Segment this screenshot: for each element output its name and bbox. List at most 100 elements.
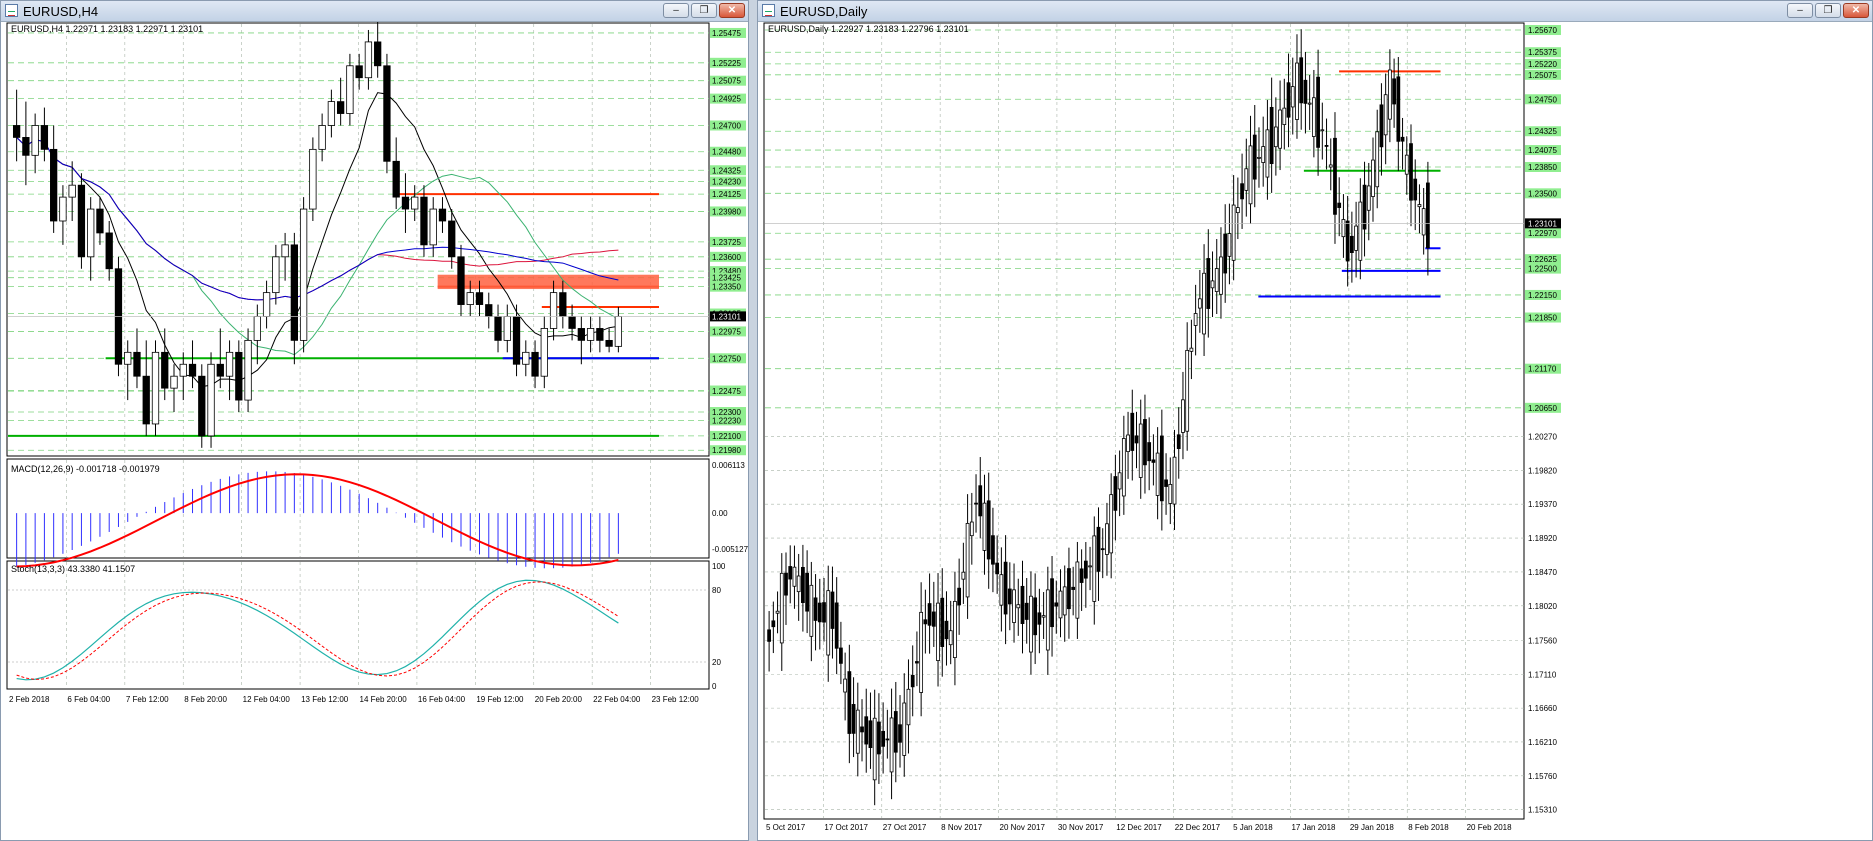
price-label: 1.25075: [712, 77, 741, 86]
candle: [1075, 561, 1080, 619]
daily-chart[interactable]: 1.25670 1.25375 1.25220 1.25075 1.24750 1.243…: [758, 22, 1872, 840]
stoch-scale-label: 20: [712, 658, 721, 667]
price-label: 1.17110: [1528, 670, 1557, 679]
candle: [503, 316, 511, 341]
candle: [1231, 204, 1236, 261]
candle: [851, 704, 856, 734]
candle: [1307, 102, 1312, 105]
candle: [133, 351, 141, 377]
candle: [1324, 145, 1329, 147]
h4-chart-window[interactable]: EURUSD,H4 – ❐ ✕ 0.006113 0.00 -0.005127 10…: [0, 0, 749, 841]
candle: [1067, 568, 1071, 610]
candle: [235, 351, 243, 401]
candle: [605, 339, 613, 347]
candle: [1092, 535, 1097, 602]
candle: [1041, 615, 1046, 618]
candle: [872, 717, 877, 781]
candle: [931, 611, 936, 627]
candle: [1197, 298, 1202, 309]
restore-icon[interactable]: ❐: [1815, 3, 1841, 18]
candle: [1185, 349, 1190, 432]
candle: [170, 375, 178, 389]
price-label: 1.25075: [1528, 71, 1557, 80]
price-label: 1.15760: [1528, 772, 1557, 781]
price-label: 1.22625: [1528, 255, 1557, 264]
candle: [96, 208, 104, 234]
candle: [124, 351, 132, 365]
candle: [512, 316, 521, 365]
candle: [1392, 78, 1396, 105]
candle: [1105, 523, 1109, 555]
candle: [1252, 134, 1257, 180]
candle: [1379, 104, 1384, 148]
candle: [1366, 185, 1371, 211]
price-label: 1.23725: [712, 238, 741, 247]
candle: [1396, 76, 1401, 142]
candle: [188, 363, 197, 377]
candle: [142, 375, 150, 425]
candle: [830, 591, 835, 629]
candle: [881, 730, 886, 747]
current-price-label: 1.23101: [1528, 219, 1557, 228]
price-label: 1.23600: [712, 253, 741, 262]
candle: [1244, 168, 1249, 191]
candle: [779, 572, 784, 644]
candle: [374, 41, 382, 67]
price-label: 1.21980: [712, 446, 741, 455]
candle: [1206, 258, 1211, 309]
price-label: 1.22970: [1528, 229, 1557, 238]
price-label: 1.22500: [1528, 265, 1557, 274]
close-icon[interactable]: ✕: [719, 3, 745, 18]
minimize-icon[interactable]: –: [663, 3, 689, 18]
window-titlebar[interactable]: EURUSD,Daily – ❐ ✕: [758, 1, 1872, 22]
time-label: 12 Feb 04:00: [243, 695, 291, 704]
window-titlebar[interactable]: EURUSD,H4 – ❐ ✕: [1, 1, 748, 22]
macd-scale-label: -0.005127: [712, 545, 748, 554]
restore-icon[interactable]: ❐: [691, 3, 717, 18]
close-icon[interactable]: ✕: [1843, 3, 1869, 18]
candle: [1126, 434, 1130, 453]
candle: [1062, 586, 1067, 616]
candle: [1210, 280, 1215, 289]
candle: [1016, 604, 1021, 609]
candle: [1278, 109, 1282, 149]
candle: [105, 232, 113, 270]
candle: [290, 244, 298, 341]
daily-chart-window[interactable]: EURUSD,Daily – ❐ ✕ 1.25670 1.25375 1.25220…: [757, 0, 1873, 841]
candle: [1096, 526, 1101, 572]
time-label: 22 Dec 2017: [1175, 823, 1221, 832]
candle: [923, 619, 928, 625]
stoch-scale-label: 0: [712, 682, 717, 691]
candle: [1341, 219, 1346, 238]
candle: [411, 196, 419, 210]
price-label: 1.18470: [1528, 568, 1557, 577]
stoch-label: Stoch(13,3,3) 43.3380 41.1507: [11, 564, 135, 574]
price-label: 1.24325: [1528, 127, 1557, 136]
price-label: 1.16660: [1528, 704, 1557, 713]
minimize-icon[interactable]: –: [1787, 3, 1813, 18]
candle: [355, 65, 363, 79]
candle: [792, 566, 797, 587]
candle: [1320, 129, 1325, 132]
price-label: 1.19370: [1528, 500, 1557, 509]
time-label: 20 Feb 20:00: [535, 695, 583, 704]
price-label: 1.25375: [1528, 48, 1557, 57]
candle: [12, 125, 21, 138]
candle: [1193, 313, 1198, 326]
candle: [1168, 484, 1173, 504]
candle: [982, 502, 987, 551]
chart-window-icon: [5, 4, 18, 17]
candle: [401, 196, 410, 210]
candle: [216, 363, 224, 377]
candle: [1240, 183, 1244, 200]
price-label: 1.20650: [1528, 404, 1557, 413]
candle: [940, 597, 945, 647]
candle: [1083, 560, 1088, 579]
price-label: 1.23980: [712, 207, 741, 216]
h4-chart[interactable]: 0.006113 0.00 -0.005127 100 80 20 0 1.25475 1.…: [1, 22, 748, 840]
time-label: 6 Feb 04:00: [67, 695, 110, 704]
candle: [805, 572, 809, 612]
candle: [1290, 86, 1295, 108]
price-label: 1.24075: [1528, 146, 1557, 155]
candle: [22, 137, 30, 156]
